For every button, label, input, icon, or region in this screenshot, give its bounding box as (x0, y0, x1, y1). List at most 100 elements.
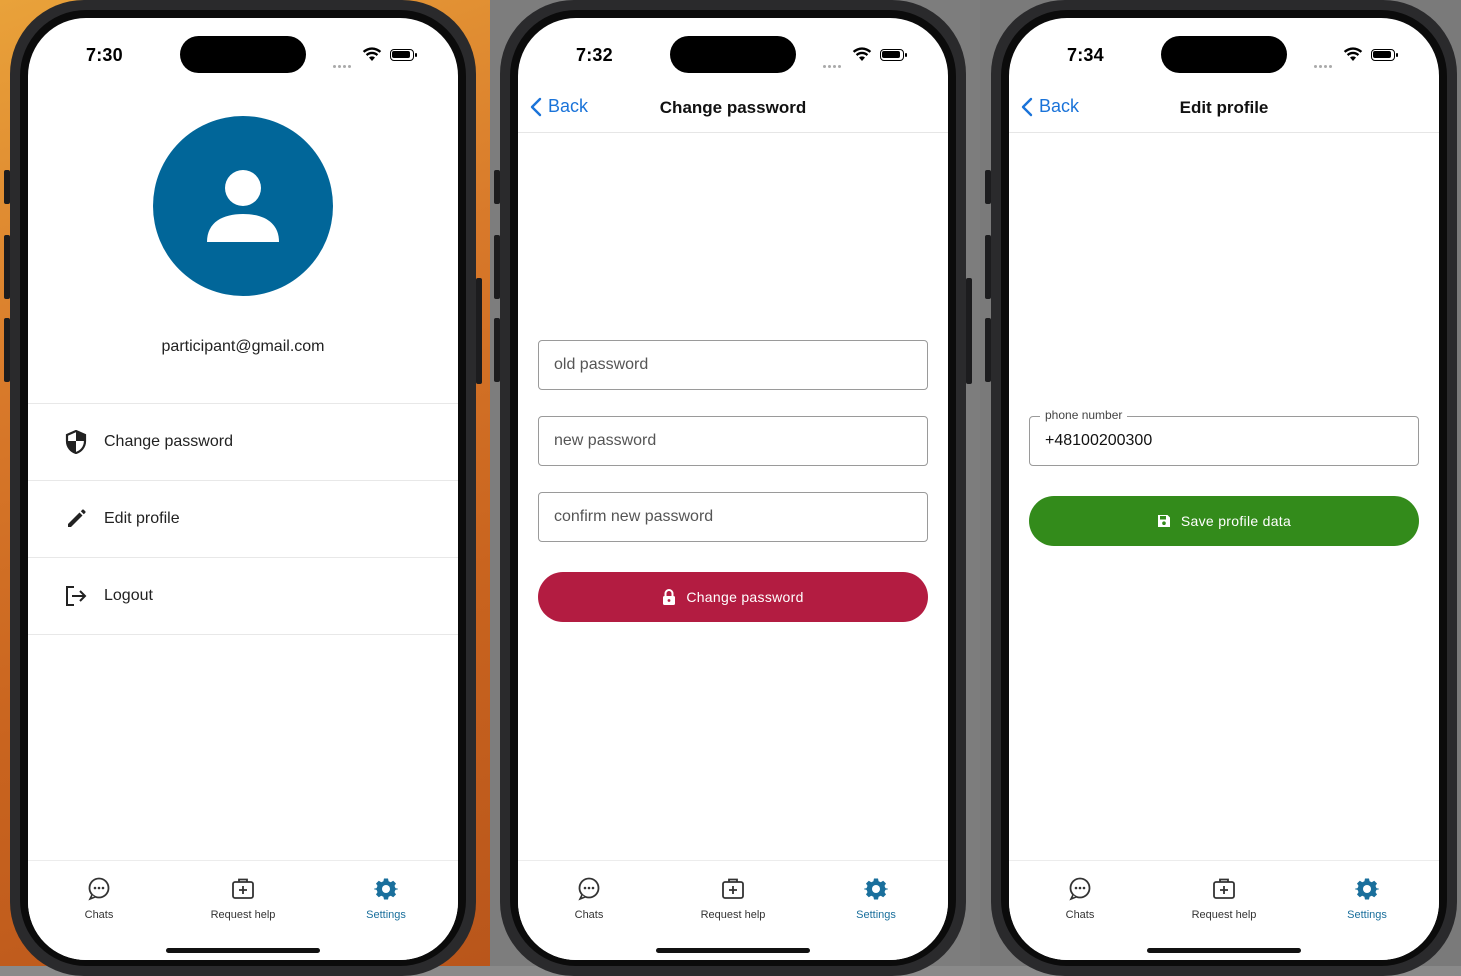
tab-label: Request help (210, 909, 276, 921)
tab-bar: Chats Request help Settings (518, 860, 948, 960)
tab-chats[interactable]: Chats (1025, 877, 1135, 921)
tab-settings[interactable]: Settings (1312, 877, 1422, 921)
tab-chats[interactable]: Chats (44, 877, 154, 921)
tab-settings[interactable]: Settings (821, 877, 931, 921)
status-bar: 7:32 (518, 18, 948, 78)
dynamic-island (180, 36, 306, 73)
status-bar: 7:34 (1009, 18, 1439, 78)
phone-change-password: 7:32 Back Change password old password n… (494, 0, 972, 976)
action-button (985, 170, 991, 204)
status-time: 7:30 (86, 45, 123, 65)
status-bar: 7:30 (28, 18, 458, 78)
phone-number-field[interactable]: phone number +48100200300 (1029, 408, 1419, 466)
medical-kit-icon (722, 878, 744, 899)
power-button (966, 278, 972, 384)
status-time: 7:32 (576, 45, 613, 65)
phone-number-value: +48100200300 (1045, 432, 1153, 449)
page-title: Change password (659, 98, 807, 117)
battery-icon (880, 49, 907, 61)
tab-settings[interactable]: Settings (331, 877, 441, 921)
menu-item-label: Change password (104, 433, 233, 450)
settings-screen: 7:30 participant@gmail.com Change passwo… (28, 18, 458, 960)
change-password-button-label: Change password (686, 589, 804, 605)
tab-label: Request help (700, 909, 766, 921)
menu-item-label: Logout (104, 587, 153, 604)
tab-label: Request help (1191, 909, 1257, 921)
lock-icon (663, 589, 676, 605)
edit-profile-screen: 7:34 Back Edit profile phone number +481… (1009, 18, 1439, 960)
volume-down-button (985, 318, 991, 382)
wifi-icon (852, 47, 872, 61)
wifi-icon (1343, 47, 1363, 61)
user-email: participant@gmail.com (161, 338, 325, 355)
avatar[interactable] (153, 116, 333, 296)
navigation-bar: Back Edit profile (1009, 82, 1439, 133)
chat-bubble-icon (1069, 877, 1091, 901)
volume-up-button (494, 235, 500, 299)
chat-bubble-icon (88, 877, 110, 901)
gear-icon (374, 878, 398, 900)
signal-dots-icon (333, 55, 355, 68)
volume-down-button (4, 318, 10, 382)
medical-kit-icon (232, 878, 254, 899)
change-password-screen: 7:32 Back Change password old password n… (518, 18, 948, 960)
power-button (476, 278, 482, 384)
settings-menu: Change password Edit profile Logout (28, 403, 458, 635)
tab-request-help[interactable]: Request help (188, 877, 298, 921)
confirm-password-field[interactable]: confirm new password (538, 492, 928, 542)
save-profile-button-label: Save profile data (1180, 513, 1292, 529)
old-password-placeholder: old password (554, 356, 649, 373)
navigation-bar: Back Change password (518, 82, 948, 133)
menu-item-change-password[interactable]: Change password (28, 404, 458, 481)
action-button (4, 170, 10, 204)
menu-item-label: Edit profile (104, 510, 180, 527)
battery-icon (390, 49, 417, 61)
status-time: 7:34 (1067, 45, 1104, 65)
signal-dots-icon (1314, 55, 1336, 68)
gear-icon (864, 878, 888, 900)
save-icon (1157, 515, 1170, 527)
tab-bar: Chats Request help Settings (1009, 860, 1439, 960)
signal-dots-icon (823, 55, 845, 68)
old-password-field[interactable]: old password (538, 340, 928, 390)
medical-kit-icon (1213, 878, 1235, 899)
tab-request-help[interactable]: Request help (1169, 877, 1279, 921)
chat-bubble-icon (578, 877, 600, 901)
wifi-icon (362, 47, 382, 61)
tab-label: Settings (856, 909, 896, 921)
tab-request-help[interactable]: Request help (678, 877, 788, 921)
confirm-password-placeholder: confirm new password (554, 508, 714, 525)
home-indicator[interactable] (1147, 948, 1301, 953)
home-indicator[interactable] (166, 948, 320, 953)
battery-icon (1371, 49, 1398, 61)
tab-label: Chats (1065, 909, 1095, 921)
person-icon (207, 170, 279, 242)
phone-number-label: phone number (1040, 408, 1128, 422)
save-profile-button[interactable]: Save profile data (1029, 496, 1419, 546)
new-password-placeholder: new password (554, 432, 657, 449)
volume-up-button (985, 235, 991, 299)
tab-chats[interactable]: Chats (534, 877, 644, 921)
volume-down-button (494, 318, 500, 382)
phone-edit-profile: 7:34 Back Edit profile phone number +481… (985, 0, 1457, 976)
pencil-icon (64, 507, 88, 531)
tab-label: Settings (1347, 909, 1387, 921)
page-title: Edit profile (1179, 98, 1269, 117)
phone-settings: 7:30 participant@gmail.com Change passwo… (4, 0, 482, 976)
gear-icon (1355, 878, 1379, 900)
logout-icon (64, 584, 88, 608)
volume-up-button (4, 235, 10, 299)
tab-label: Settings (366, 909, 406, 921)
dynamic-island (670, 36, 796, 73)
new-password-field[interactable]: new password (538, 416, 928, 466)
action-button (494, 170, 500, 204)
home-indicator[interactable] (656, 948, 810, 953)
tab-label: Chats (84, 909, 114, 921)
dynamic-island (1161, 36, 1287, 73)
tab-bar: Chats Request help Settings (28, 860, 458, 960)
menu-item-edit-profile[interactable]: Edit profile (28, 481, 458, 558)
menu-item-logout[interactable]: Logout (28, 558, 458, 635)
shield-icon (64, 430, 88, 454)
change-password-button[interactable]: Change password (538, 572, 928, 622)
tab-label: Chats (574, 909, 604, 921)
